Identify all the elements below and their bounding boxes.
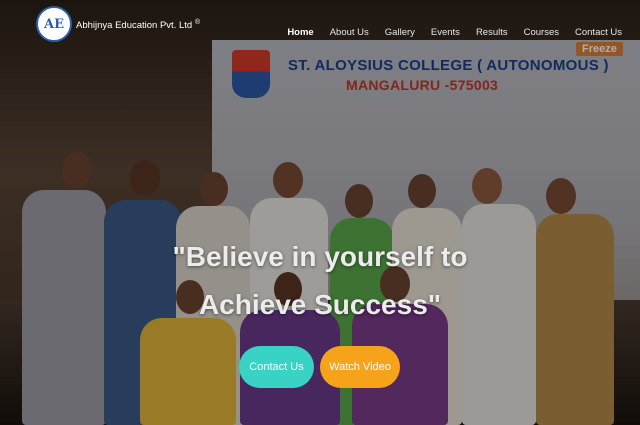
main-nav: Home About Us Gallery Events Results Cou…	[279, 27, 630, 38]
nav-item-results[interactable]: Results	[468, 27, 516, 38]
company-logo[interactable]: AE	[36, 6, 72, 42]
contact-us-button[interactable]: Contact Us	[239, 346, 314, 388]
nav-item-contact-us[interactable]: Contact Us	[567, 27, 630, 38]
watch-video-button[interactable]: Watch Video	[320, 346, 400, 388]
nav-item-about-us[interactable]: About Us	[322, 27, 377, 38]
headline-line-1: "Believe in yourself to	[172, 241, 468, 272]
brand-name-text: Abhijnya Education Pvt. Ltd	[76, 20, 193, 32]
logo-text: AE	[44, 16, 64, 32]
brand-name[interactable]: Abhijnya Education Pvt. Ltd ®	[76, 19, 200, 31]
nav-item-home[interactable]: Home	[279, 27, 321, 38]
hero-headline: "Believe in yourself to Achieve Success"	[0, 233, 640, 329]
nav-item-courses[interactable]: Courses	[516, 27, 567, 38]
headline-line-2: Achieve Success"	[198, 289, 442, 320]
registered-mark: ®	[194, 19, 200, 26]
nav-item-events[interactable]: Events	[423, 27, 468, 38]
nav-item-gallery[interactable]: Gallery	[377, 27, 423, 38]
